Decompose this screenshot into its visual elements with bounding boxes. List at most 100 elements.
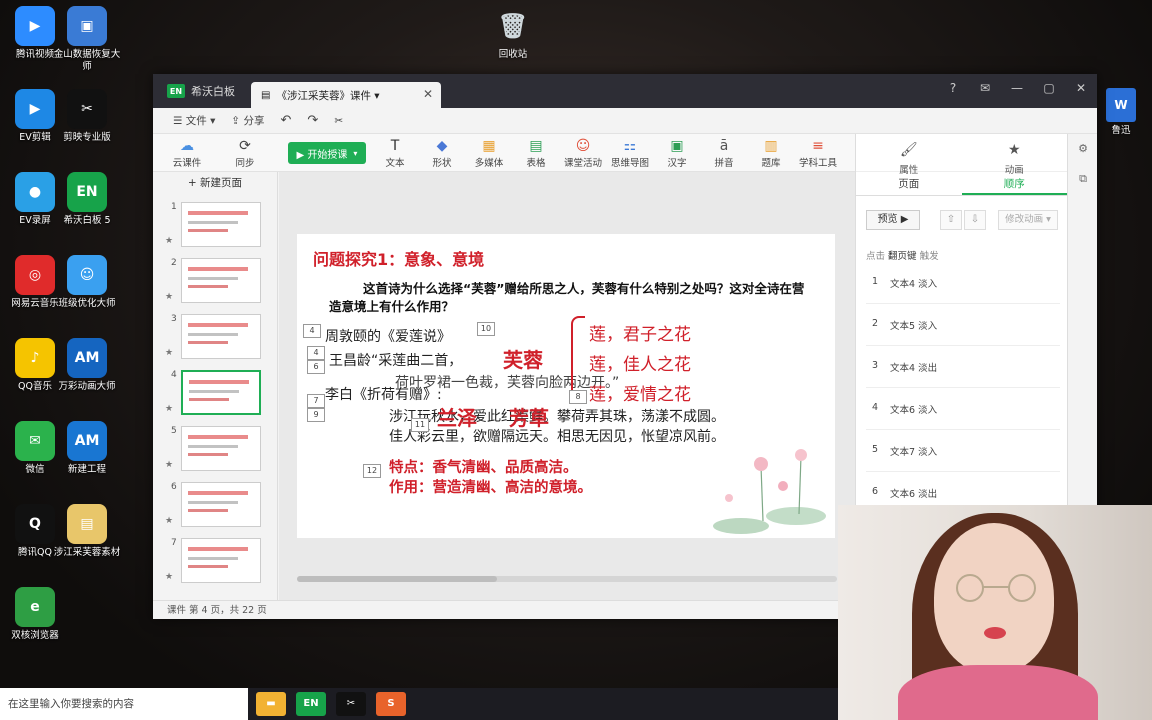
toolbar-item[interactable]: ▣ 汉字 (655, 137, 699, 169)
horizontal-scrollbar[interactable] (297, 576, 837, 582)
furong-label: 芙蓉 (503, 348, 543, 372)
lotus-line: 莲，佳人之花 (589, 355, 691, 375)
close-tab-icon[interactable]: ✕ (423, 87, 433, 101)
trigger-hint: 点击 翻页键 触发 (866, 248, 939, 262)
animation-tag[interactable]: 7 (307, 394, 325, 408)
tab-page[interactable]: 页面 (856, 172, 962, 195)
animation-text: 文本4 淡出 (890, 363, 938, 374)
star-icon[interactable]: ★ (165, 404, 173, 414)
star-icon[interactable]: ★ (165, 348, 173, 358)
thumbnail[interactable]: 1 ★ (153, 202, 278, 252)
modify-animation-button[interactable]: 修改动画 ▾ (998, 210, 1058, 230)
animation-item[interactable]: 5 文本7 淡入 (866, 430, 1060, 472)
star-icon[interactable]: ★ (165, 572, 173, 582)
slide-question: 这首诗为什么选择“芙蓉”赠给所思之人，芙蓉有什么特别之处吗？这对全诗在营造意境上… (329, 281, 805, 314)
thumbnail[interactable]: 6 ★ (153, 482, 278, 532)
star-icon[interactable]: ★ (165, 460, 173, 470)
animation-tag[interactable]: 11 (411, 418, 429, 432)
toolbar-item[interactable]: ā 拼音 (702, 137, 746, 169)
toolbar-item[interactable]: ☺ 课堂活动 (561, 137, 605, 169)
animation-item[interactable]: 3 文本4 淡出 (866, 346, 1060, 388)
close-window-icon[interactable]: ✕ (1065, 74, 1097, 102)
share-button[interactable]: ⇪ 分享 (231, 113, 264, 128)
tab-order[interactable]: 顺序 (961, 172, 1067, 195)
lotus-line: 莲，君子之花 (589, 325, 691, 345)
animation-number: 4 (872, 402, 879, 413)
preview-button[interactable]: 预览 ▶ (866, 210, 920, 230)
animation-text: 文本7 淡入 (890, 447, 938, 458)
message-icon[interactable]: ✉ (969, 74, 1001, 102)
toolbar-item[interactable]: ⚏ 思维导图 (608, 137, 652, 169)
thumbnail[interactable]: 4 ★ (153, 370, 278, 420)
desktop-icon[interactable]: e 双核浏览器 (0, 587, 70, 642)
toolbar-item[interactable]: ▦ 多媒体 (467, 137, 511, 169)
star-icon[interactable]: ★ (165, 292, 173, 302)
settings-side-icon[interactable]: ⚙ (1068, 134, 1098, 164)
animation-tag[interactable]: 4 (303, 324, 321, 338)
app-icon: ✂ (67, 89, 107, 129)
maximize-icon[interactable]: ▢ (1033, 74, 1065, 102)
desktop-icon[interactable]: AM 新建工程 (52, 421, 122, 476)
desktop-icon[interactable]: ☺ 班级优化大师 (52, 255, 122, 310)
copy-side-icon[interactable]: ⧉ (1068, 164, 1098, 194)
move-up-icon[interactable]: ⇧ (940, 210, 962, 230)
thumbnail[interactable]: 5 ★ (153, 426, 278, 476)
file-menu[interactable]: ☰ 文件 ▾ (173, 113, 215, 128)
help-icon[interactable]: ? (937, 74, 969, 102)
desktop-icon[interactable]: ▣ 金山数据恢复大师 (52, 6, 122, 73)
taskbar-file-explorer-icon[interactable]: ▬ (256, 692, 286, 716)
start-teaching-button[interactable]: ▶ 开始授课 ▾ (288, 142, 366, 164)
animation-item[interactable]: 2 文本5 淡入 (866, 304, 1060, 346)
slide[interactable]: 问题探究1：意象、意境 这首诗为什么选择“芙蓉”赠给所思之人，芙蓉有什么特别之处… (297, 234, 835, 538)
animation-tag[interactable]: 10 (477, 322, 495, 336)
app-tab[interactable]: EN 希沃白板 (153, 74, 249, 108)
animation-tab[interactable]: ★ 动画 (962, 134, 1068, 176)
toolbar-item-label: 形状 (432, 158, 452, 169)
animation-tag[interactable]: 6 (307, 360, 325, 374)
cut-icon[interactable]: ✂ (334, 115, 343, 127)
animation-item[interactable]: 4 文本6 淡入 (866, 388, 1060, 430)
cloud-courseware-button[interactable]: ☁ 云课件 (165, 137, 209, 169)
properties-tab[interactable]: 🖌 属性 (856, 134, 962, 176)
animation-tag[interactable]: 4 (307, 346, 325, 360)
thumbnail[interactable]: 7 ★ (153, 538, 278, 588)
toolbar-item[interactable]: ▤ 表格 (514, 137, 558, 169)
sync-button[interactable]: ⟳ 同步 (223, 137, 267, 169)
toolbar-item[interactable]: T 文本 (373, 137, 417, 169)
move-down-icon[interactable]: ⇩ (964, 210, 986, 230)
redo-icon[interactable]: ↷ (307, 113, 318, 128)
app-icon: EN (67, 172, 107, 212)
toolbar-item[interactable]: ▥ 题库 (749, 137, 793, 169)
desktop-icon[interactable]: AM 万彩动画大师 (52, 338, 122, 393)
new-page-button[interactable]: + 新建页面 (153, 172, 277, 194)
desktop-icon[interactable]: ✂ 剪映专业版 (52, 89, 122, 144)
animation-number: 6 (872, 486, 879, 497)
app-icon: ▶ (15, 89, 55, 129)
toolbar-item[interactable]: ◆ 形状 (420, 137, 464, 169)
thumbnail-preview (181, 202, 261, 247)
animation-tag[interactable]: 12 (363, 464, 381, 478)
star-icon[interactable]: ★ (165, 236, 173, 246)
toolbar-item[interactable]: ≡ 学科工具 (796, 137, 840, 169)
document-icon: ▤ (261, 89, 271, 101)
star-icon[interactable]: ★ (165, 516, 173, 526)
animation-tag[interactable]: 8 (569, 390, 587, 404)
recycle-bin[interactable]: 🗑 回收站 (478, 6, 548, 61)
taskbar-search[interactable]: 在这里输入你要搜索的内容 (0, 688, 248, 720)
slide-title: 问题探究1：意象、意境 (313, 250, 485, 269)
minimize-icon[interactable]: — (1001, 74, 1033, 102)
animation-tag[interactable]: 9 (307, 408, 325, 422)
taskbar-seewo-icon[interactable]: EN (296, 692, 326, 716)
undo-icon[interactable]: ↶ (281, 113, 292, 128)
app-icon: AM (67, 421, 107, 461)
thumbnail[interactable]: 2 ★ (153, 258, 278, 308)
desktop-icon[interactable]: ▤ 涉江采芙蓉素材 (52, 504, 122, 559)
doc-tab[interactable]: ▤ 《涉江采芙蓉》课件 ▾ ✕ (251, 82, 441, 108)
taskbar-sogou-icon[interactable]: S (376, 692, 406, 716)
animation-item[interactable]: 1 文本4 淡入 (866, 262, 1060, 304)
animation-text: 文本5 淡入 (890, 321, 938, 332)
taskbar-capcut-icon[interactable]: ✂ (336, 692, 366, 716)
desktop-icon[interactable]: EN 希沃白板 5 (52, 172, 122, 227)
thumbnail[interactable]: 3 ★ (153, 314, 278, 364)
slide-effect: 作用：营造清幽、高洁的意境。 (389, 480, 592, 496)
